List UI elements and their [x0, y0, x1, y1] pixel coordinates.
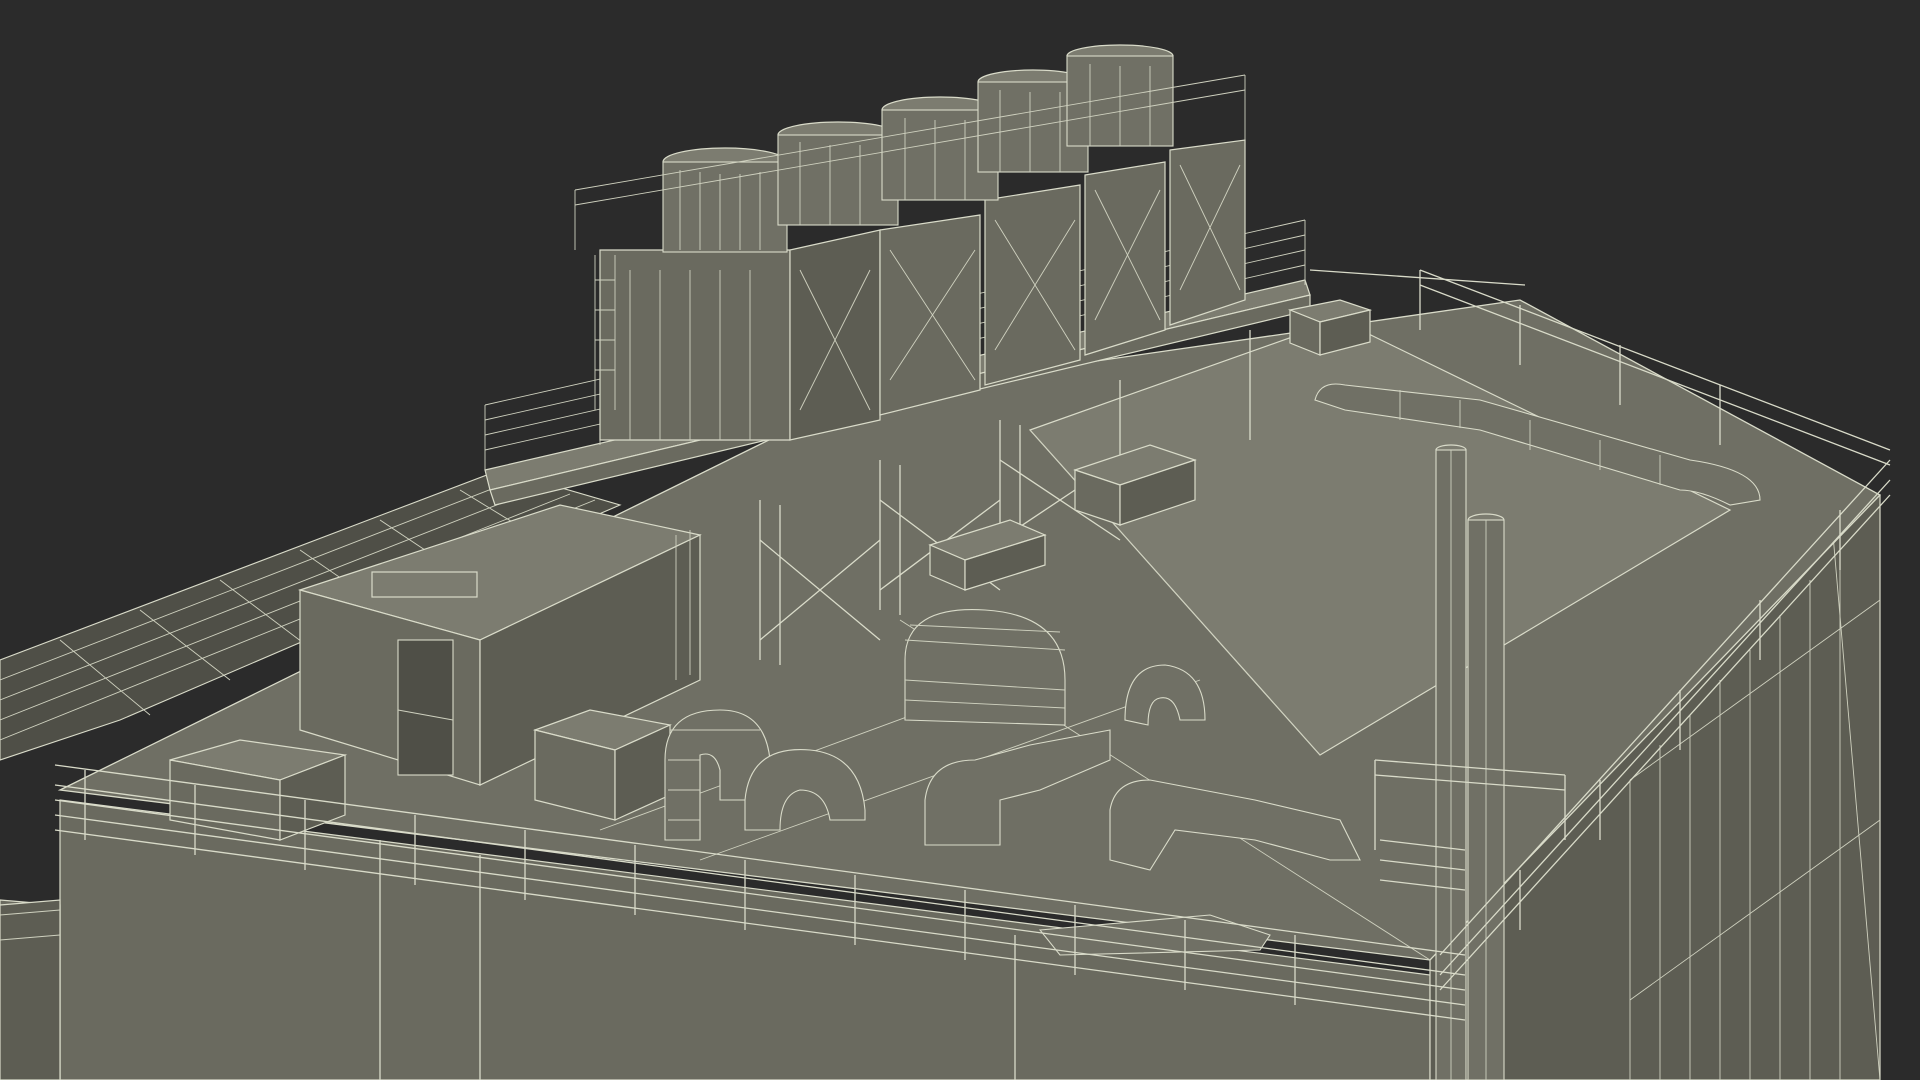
exhaust-stack-1 [1435, 444, 1467, 1080]
equipment-box-2 [532, 709, 672, 821]
fan-housing-large [904, 609, 1066, 726]
exhaust-stack-2 [1467, 513, 1505, 1080]
left-lower-wall [0, 899, 61, 1080]
equipment-box-1 [169, 739, 348, 841]
wireframe-building-render [0, 0, 1920, 1080]
